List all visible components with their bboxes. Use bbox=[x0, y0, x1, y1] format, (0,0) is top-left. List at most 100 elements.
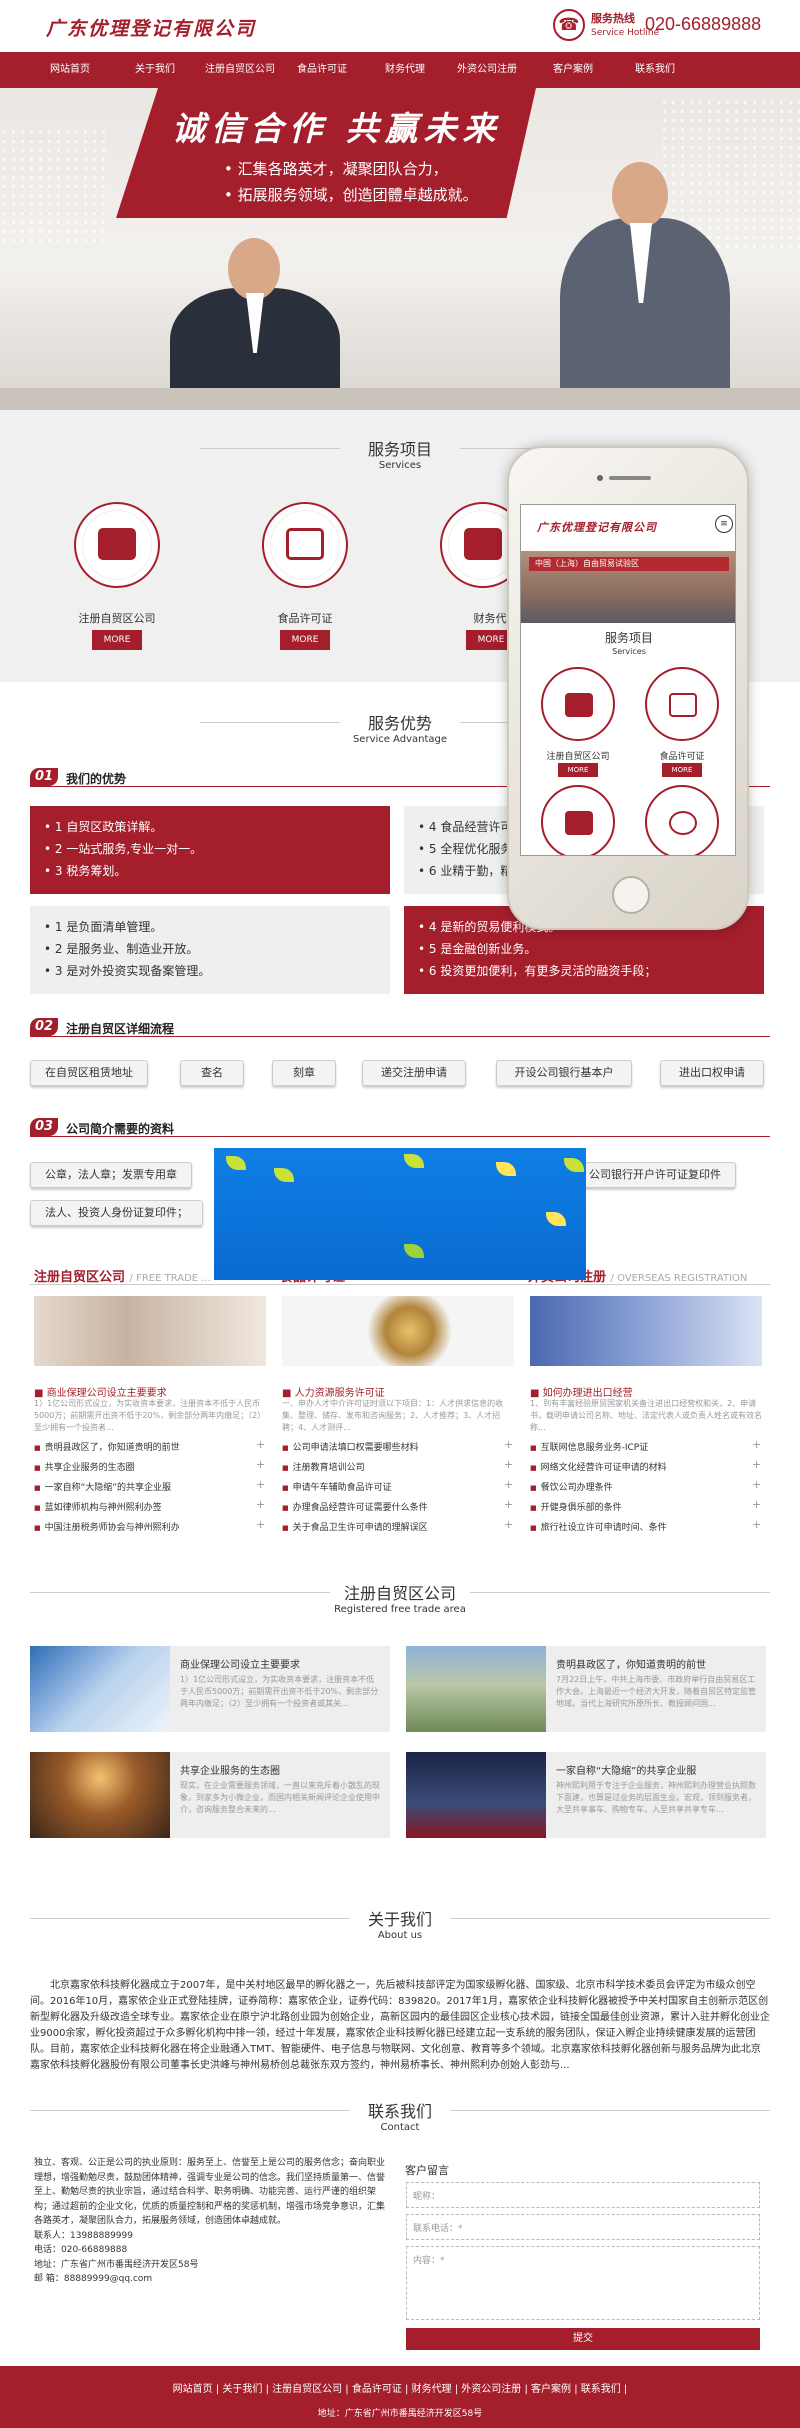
expand-icon[interactable]: + bbox=[256, 1458, 265, 1471]
column-list-item[interactable]: 网络文化经营许可证申请的材料 bbox=[530, 1460, 667, 1473]
news-card[interactable]: 共享企业服务的生态圈 现实，在企业需要服务领域，一直以来充斥着小散乱的现象，到家… bbox=[30, 1752, 390, 1838]
process-step[interactable]: 在自贸区租赁地址 bbox=[30, 1060, 148, 1086]
news-headline: 共享企业服务的生态圈 bbox=[180, 1766, 280, 1777]
process-step[interactable]: 进出口权申请 bbox=[660, 1060, 764, 1086]
expand-icon[interactable]: + bbox=[256, 1478, 265, 1491]
column-list-item[interactable]: 一家自称“大隐缩”的共享企业服 bbox=[34, 1480, 171, 1493]
column-list-item[interactable]: 餐饮公司办理条件 bbox=[530, 1480, 613, 1493]
process-step[interactable]: 刻章 bbox=[272, 1060, 336, 1086]
expand-icon[interactable]: + bbox=[504, 1518, 513, 1531]
leaf-decoration bbox=[274, 1168, 294, 1182]
process-step[interactable]: 查名 bbox=[180, 1060, 244, 1086]
expand-icon[interactable]: + bbox=[256, 1438, 265, 1451]
news-summary: 现实，在企业需要服务领域，一直以来充斥着小散乱的现象，到家多为小微企业，而国内相… bbox=[180, 1781, 380, 1814]
advantage-item: • 1 是负面清单管理。 bbox=[44, 920, 163, 934]
column-title[interactable]: 注册自贸区公司 / FREE TRADE ... bbox=[34, 1266, 211, 1285]
service-free-trade[interactable] bbox=[74, 502, 160, 588]
expand-icon[interactable]: + bbox=[752, 1458, 761, 1471]
news-thumbnail bbox=[30, 1646, 170, 1732]
content-field[interactable]: 内容：* bbox=[406, 2246, 760, 2320]
column-list-item[interactable]: 办理食品经营许可证需要什么条件 bbox=[282, 1500, 428, 1513]
nav-foreign-company[interactable]: 外资公司注册 bbox=[457, 52, 517, 88]
main-nav: 网站首页 关于我们 注册自贸区公司 食品许可证 财务代理 外资公司注册 客户案例… bbox=[0, 52, 800, 88]
nickname-field[interactable]: 昵称： bbox=[406, 2182, 760, 2208]
process-step[interactable]: 递交注册申请 bbox=[362, 1060, 466, 1086]
advantage-item: • 3 是对外投资实现备案管理。 bbox=[44, 964, 211, 978]
expand-icon[interactable]: + bbox=[504, 1478, 513, 1491]
mobile-services-title: 服务项目 bbox=[604, 631, 653, 645]
news-card[interactable]: 一家自称“大隐缩”的共享企业服 神州熙利用于专注于企业服务，神州熙利办理营业执照… bbox=[406, 1752, 766, 1838]
contact-address: 地址：广东省广州市番禺经济开发区58号 bbox=[34, 2259, 199, 2270]
leaf-decoration bbox=[404, 1154, 424, 1168]
mobile-service-hr[interactable] bbox=[645, 785, 719, 855]
expand-icon[interactable]: + bbox=[256, 1518, 265, 1531]
service-food-license[interactable] bbox=[262, 502, 348, 588]
section-title: 我们的优势 bbox=[66, 772, 127, 786]
column-headline[interactable]: ■ 如何办理进出口经营 bbox=[530, 1384, 633, 1399]
more-button[interactable]: MORE bbox=[92, 630, 142, 650]
businessman-head bbox=[228, 238, 280, 300]
hotline-number: 020-66889888 bbox=[645, 14, 762, 34]
businessman-head bbox=[612, 162, 668, 228]
mobile-service-finance[interactable] bbox=[541, 785, 615, 855]
nav-home[interactable]: 网站首页 bbox=[50, 52, 90, 88]
expand-icon[interactable]: + bbox=[752, 1438, 761, 1451]
more-button[interactable]: MORE bbox=[280, 630, 330, 650]
column-list-item[interactable]: 中国注册税务师协会与神州熙利办 bbox=[34, 1520, 180, 1533]
phone-camera bbox=[597, 475, 603, 481]
nav-free-trade[interactable]: 注册自贸区公司 bbox=[205, 52, 275, 88]
section-number: 03 bbox=[30, 1118, 58, 1136]
column-list-item[interactable]: 关于食品卫生许可申请的理解误区 bbox=[282, 1520, 428, 1533]
menu-icon[interactable]: ≡ bbox=[715, 515, 733, 533]
column-list-item[interactable]: 共享企业服务的生态圈 bbox=[34, 1460, 135, 1473]
nav-contact[interactable]: 联系我们 bbox=[635, 52, 675, 88]
advantage-item: • 3 税务筹划。 bbox=[44, 864, 127, 878]
contact-intro: 独立、客观、公正是公司的执业原则：服务至上、信誉至上是公司的服务信念；奋向职业理… bbox=[34, 2158, 386, 2226]
phone-home-button bbox=[612, 876, 650, 914]
site-footer: 网站首页 | 关于我们 | 注册自贸区公司 | 食品许可证 | 财务代理 | 外… bbox=[0, 2366, 800, 2428]
column-list-item[interactable]: 注册教育培训公司 bbox=[282, 1460, 365, 1473]
news-headline: 一家自称“大隐缩”的共享企业服 bbox=[556, 1766, 697, 1777]
expand-icon[interactable]: + bbox=[504, 1438, 513, 1451]
column-list-item[interactable]: 蓝如律师机构与神州熙利办签 bbox=[34, 1500, 162, 1513]
expand-icon[interactable]: + bbox=[752, 1478, 761, 1491]
column-list-item[interactable]: 开健身俱乐部的条件 bbox=[530, 1500, 622, 1513]
contact-info: 独立、客观、公正是公司的执业原则：服务至上、信誉至上是公司的服务信念；奋向职业理… bbox=[34, 2156, 388, 2287]
expand-icon[interactable]: + bbox=[752, 1518, 761, 1531]
expand-icon[interactable]: + bbox=[256, 1498, 265, 1511]
news-summary: 1）1亿公司形式设立，为实收资本要求，注册资本不低于人民币5000万；前期需开出… bbox=[180, 1675, 379, 1708]
advantage-item: • 2 一站式服务,专业一对一。 bbox=[44, 842, 203, 856]
service-name: 食品许可证 bbox=[277, 612, 333, 625]
column-list-item[interactable]: 互联网信息服务业务-ICP证 bbox=[530, 1440, 649, 1453]
nav-finance[interactable]: 财务代理 bbox=[385, 52, 425, 88]
column-title-text: 注册自贸区公司 bbox=[34, 1270, 126, 1285]
footer-nav[interactable]: 网站首页 | 关于我们 | 注册自贸区公司 | 食品许可证 | 财务代理 | 外… bbox=[0, 2380, 800, 2395]
license-card-icon bbox=[669, 693, 697, 717]
column-list-item[interactable]: 旅行社设立许可申请时间、条件 bbox=[530, 1520, 667, 1533]
expand-icon[interactable]: + bbox=[752, 1498, 761, 1511]
process-step[interactable]: 开设公司银行基本户 bbox=[496, 1060, 632, 1086]
mobile-more-button[interactable]: MORE bbox=[558, 763, 598, 777]
column-list-item[interactable]: 贵明县政区了，你知道贵明的前世 bbox=[34, 1440, 180, 1453]
column-headline[interactable]: ■ 商业保理公司设立主要要求 bbox=[34, 1384, 167, 1399]
nav-cases[interactable]: 客户案例 bbox=[553, 52, 593, 88]
submit-button[interactable]: 提交 bbox=[406, 2328, 760, 2350]
column-list-item[interactable]: 公司申请法填口权需要哪些材料 bbox=[282, 1440, 419, 1453]
nav-food-license[interactable]: 食品许可证 bbox=[297, 52, 347, 88]
dot-pattern bbox=[0, 128, 110, 248]
news-card[interactable]: 贵明县政区了，你知道贵明的前世 7月22日上午，中共上海市委、市政府举行自由贸易… bbox=[406, 1646, 766, 1732]
site-logo[interactable]: 广东优理登记有限公司 bbox=[46, 14, 256, 41]
expand-icon[interactable]: + bbox=[504, 1458, 513, 1471]
phone-field[interactable]: 联系电话：* bbox=[406, 2214, 760, 2240]
mobile-more-button[interactable]: MORE bbox=[662, 763, 702, 777]
signing-document-image bbox=[530, 1296, 762, 1366]
mobile-service-free-trade[interactable] bbox=[541, 667, 615, 741]
section-number: 01 bbox=[30, 768, 58, 786]
column-list-item[interactable]: 申请午车辅助食品许可证 bbox=[282, 1480, 392, 1493]
news-card[interactable]: 商业保理公司设立主要要求 1）1亿公司形式设立，为实收资本要求，注册资本不低于人… bbox=[30, 1646, 390, 1732]
column-headline[interactable]: ■ 人力资源服务许可证 bbox=[282, 1384, 385, 1399]
floating-ad-overlay[interactable] bbox=[214, 1148, 586, 1280]
nav-about[interactable]: 关于我们 bbox=[135, 52, 175, 88]
mobile-service-food[interactable] bbox=[645, 667, 719, 741]
expand-icon[interactable]: + bbox=[504, 1498, 513, 1511]
